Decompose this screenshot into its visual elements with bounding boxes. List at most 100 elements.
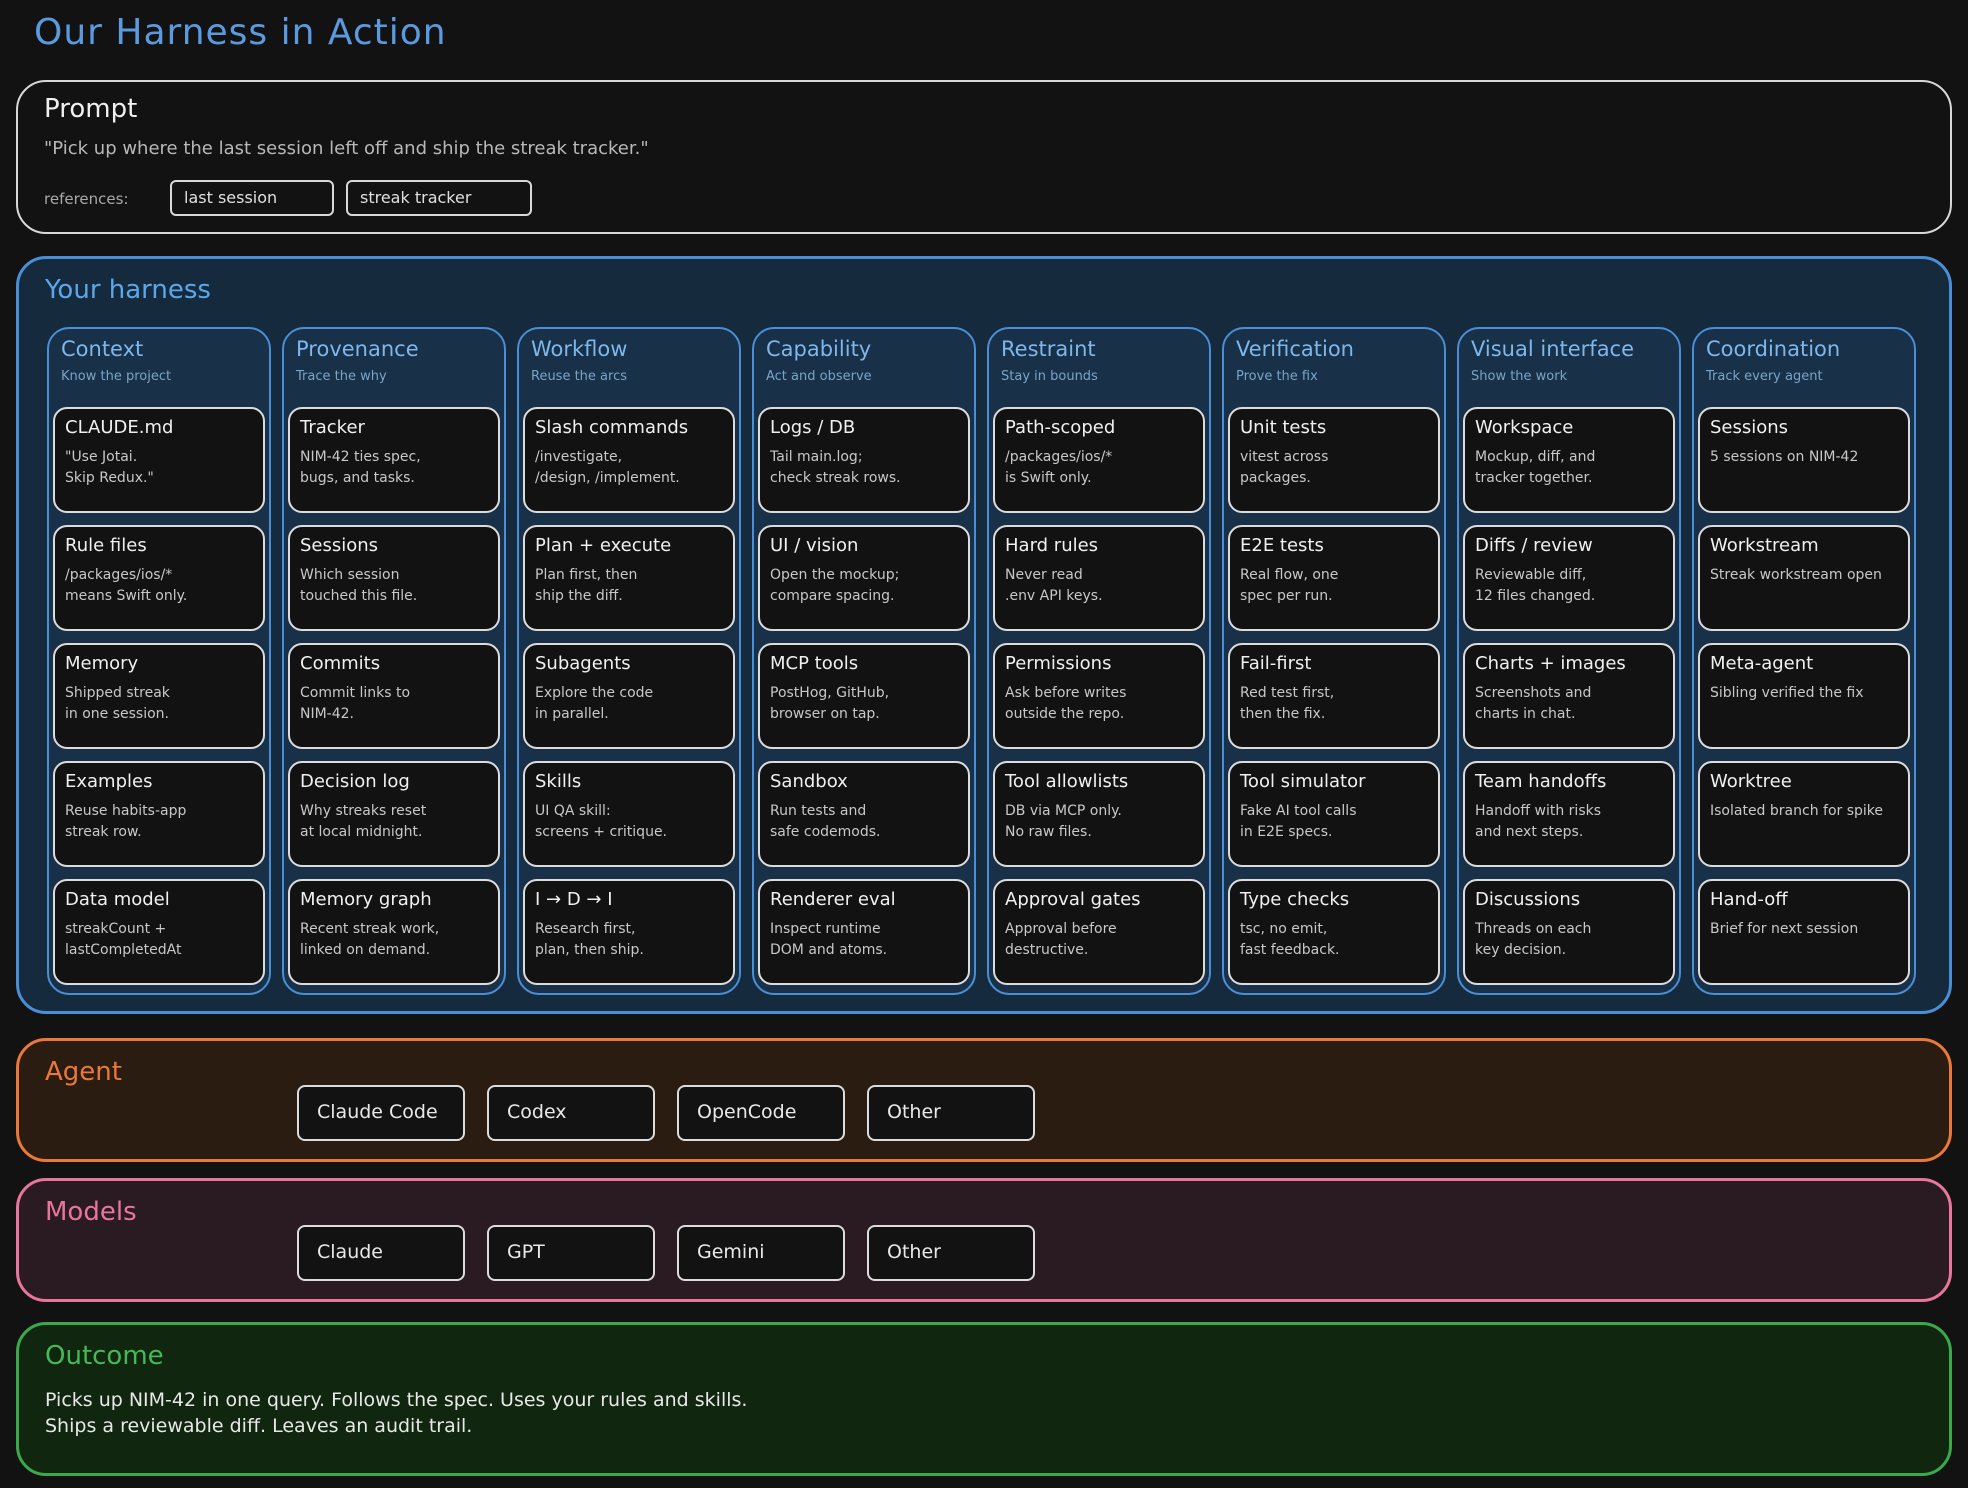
- card-description: /packages/ios/* means Swift only.: [65, 567, 188, 604]
- card-title: Commits: [300, 653, 381, 674]
- card-title: Diffs / review: [1475, 535, 1593, 556]
- column-subtitle: Stay in bounds: [1001, 369, 1098, 384]
- models-title: Models: [45, 1197, 137, 1227]
- card-coordination-worktree[interactable]: Worktree Isolated branch for spike: [1698, 761, 1910, 867]
- card-visual-interface-team-handoffs[interactable]: Team handoffs Handoff with risks and next…: [1463, 761, 1675, 867]
- card-coordination-workstream[interactable]: Workstream Streak workstream open: [1698, 525, 1910, 631]
- card-visual-interface-workspace[interactable]: Workspace Mockup, diff, and tracker toget…: [1463, 407, 1675, 513]
- card-workflow-i-d-i[interactable]: I → D → I Research first, plan, then ship…: [523, 879, 735, 985]
- card-description: Reuse habits-app streak row.: [65, 803, 187, 840]
- column-visual-interface: Visual interface Show the work Workspace Mo…: [1457, 327, 1681, 995]
- card-title: Tool simulator: [1240, 771, 1366, 792]
- card-description: Never read .env API keys.: [1005, 567, 1103, 604]
- card-restraint-permissions[interactable]: Permissions Ask before writes outside the…: [993, 643, 1205, 749]
- model-option-gemini[interactable]: Gemini: [677, 1225, 845, 1281]
- card-verification-type-checks[interactable]: Type checks tsc, no emit, fast feedback.: [1228, 879, 1440, 985]
- model-option-other[interactable]: Other: [867, 1225, 1035, 1281]
- card-description: Screenshots and charts in chat.: [1475, 685, 1592, 722]
- card-workflow-subagents[interactable]: Subagents Explore the code in parallel.: [523, 643, 735, 749]
- card-capability-mcp-tools[interactable]: MCP tools PostHog, GitHub, browser on tap…: [758, 643, 970, 749]
- card-coordination-hand-off[interactable]: Hand-off Brief for next session: [1698, 879, 1910, 985]
- card-restraint-tool-allowlists[interactable]: Tool allowlists DB via MCP only. No raw f…: [993, 761, 1205, 867]
- card-context-memory[interactable]: Memory Shipped streak in one session.: [53, 643, 265, 749]
- agent-option-claude-code[interactable]: Claude Code: [297, 1085, 465, 1141]
- model-option-gpt[interactable]: GPT: [487, 1225, 655, 1281]
- model-option-claude[interactable]: Claude: [297, 1225, 465, 1281]
- card-verification-fail-first[interactable]: Fail-first Red test first, then the fix.: [1228, 643, 1440, 749]
- card-title: Meta-agent: [1710, 653, 1814, 674]
- card-description: Ask before writes outside the repo.: [1005, 685, 1127, 722]
- card-restraint-approval-gates[interactable]: Approval gates Approval before destructiv…: [993, 879, 1205, 985]
- column-subtitle: Prove the fix: [1236, 369, 1318, 384]
- card-description: PostHog, GitHub, browser on tap.: [770, 685, 890, 722]
- card-provenance-commits[interactable]: Commits Commit links to NIM-42.: [288, 643, 500, 749]
- harness-panel: Your harness Context Know the project CLAU…: [16, 256, 1952, 1014]
- card-description: Recent streak work, linked on demand.: [300, 921, 440, 958]
- card-title: Type checks: [1240, 889, 1350, 910]
- column-subtitle: Show the work: [1471, 369, 1568, 384]
- card-title: Discussions: [1475, 889, 1581, 910]
- card-title: Approval gates: [1005, 889, 1141, 910]
- card-workflow-skills[interactable]: Skills UI QA skill: screens + critique.: [523, 761, 735, 867]
- card-provenance-memory-graph[interactable]: Memory graph Recent streak work, linked o…: [288, 879, 500, 985]
- card-description: Plan first, then ship the diff.: [535, 567, 638, 604]
- agent-panel: Agent Claude Code Codex OpenCode Other: [16, 1038, 1952, 1162]
- agent-option-other[interactable]: Other: [867, 1085, 1035, 1141]
- card-description: Fake AI tool calls in E2E specs.: [1240, 803, 1357, 840]
- column-coordination: Coordination Track every agent Sessions 5 s…: [1692, 327, 1916, 995]
- card-restraint-hard-rules[interactable]: Hard rules Never read .env API keys.: [993, 525, 1205, 631]
- card-description: Red test first, then the fix.: [1240, 685, 1335, 722]
- card-capability-sandbox[interactable]: Sandbox Run tests and safe codemods.: [758, 761, 970, 867]
- card-description: Mockup, diff, and tracker together.: [1475, 449, 1596, 486]
- card-coordination-meta-agent[interactable]: Meta-agent Sibling verified the fix: [1698, 643, 1910, 749]
- card-title: Charts + images: [1475, 653, 1626, 674]
- card-capability-ui-vision[interactable]: UI / vision Open the mockup; compare spac…: [758, 525, 970, 631]
- page-title: Our Harness in Action: [34, 12, 447, 53]
- column-verification: Verification Prove the fix Unit tests vites…: [1222, 327, 1446, 995]
- card-verification-unit-tests[interactable]: Unit tests vitest across packages.: [1228, 407, 1440, 513]
- card-provenance-decision-log[interactable]: Decision log Why streaks reset at local m…: [288, 761, 500, 867]
- card-title: Slash commands: [535, 417, 689, 438]
- column-subtitle: Trace the why: [296, 369, 387, 384]
- card-description: UI QA skill: screens + critique.: [535, 803, 668, 840]
- reference-chip-last-session[interactable]: last session: [170, 180, 334, 216]
- card-description: Sibling verified the fix: [1710, 685, 1864, 701]
- card-description: Which session touched this file.: [300, 567, 418, 604]
- card-provenance-sessions[interactable]: Sessions Which session touched this file.: [288, 525, 500, 631]
- card-title: Tracker: [300, 417, 365, 438]
- card-description: Brief for next session: [1710, 921, 1859, 937]
- card-verification-tool-simulator[interactable]: Tool simulator Fake AI tool calls in E2E …: [1228, 761, 1440, 867]
- card-context-rule-files[interactable]: Rule files/packages/ios/* means Swift on…: [53, 525, 265, 631]
- card-capability-renderer-eval[interactable]: Renderer eval Inspect runtime DOM and ato…: [758, 879, 970, 985]
- card-coordination-sessions[interactable]: Sessions 5 sessions on NIM-42: [1698, 407, 1910, 513]
- card-capability-logs-db[interactable]: Logs / DB Tail main.log; check streak row…: [758, 407, 970, 513]
- card-title: Team handoffs: [1475, 771, 1607, 792]
- column-context: Context Know the project CLAUDE.md "Use Jot…: [47, 327, 271, 995]
- card-visual-interface-charts-images[interactable]: Charts + images Screenshots and charts in…: [1463, 643, 1675, 749]
- column-title: Workflow: [531, 337, 628, 361]
- agent-option-codex[interactable]: Codex: [487, 1085, 655, 1141]
- column-title: Context: [61, 337, 144, 361]
- card-restraint-path-scoped[interactable]: Path-scoped/packages/ios/* is Swift only…: [993, 407, 1205, 513]
- card-title: Plan + execute: [535, 535, 672, 556]
- card-description: Reviewable diff, 12 files changed.: [1475, 567, 1596, 604]
- card-workflow-plan-execute[interactable]: Plan + execute Plan first, then ship the …: [523, 525, 735, 631]
- harness-title: Your harness: [45, 275, 211, 305]
- outcome-title: Outcome: [45, 1341, 164, 1371]
- agent-option-opencode[interactable]: OpenCode: [677, 1085, 845, 1141]
- card-workflow-slash-commands[interactable]: Slash commands/investigate, /design, /im…: [523, 407, 735, 513]
- card-visual-interface-diffs-review[interactable]: Diffs / review Reviewable diff, 12 files …: [1463, 525, 1675, 631]
- card-title: I → D → I: [535, 889, 613, 910]
- card-provenance-tracker[interactable]: Tracker NIM-42 ties spec, bugs, and tasks…: [288, 407, 500, 513]
- card-title: Decision log: [300, 771, 410, 792]
- card-verification-e2e-tests[interactable]: E2E tests Real flow, one spec per run.: [1228, 525, 1440, 631]
- card-context-data-model[interactable]: Data model streakCount + lastCompletedAt: [53, 879, 265, 985]
- reference-chip-streak-tracker[interactable]: streak tracker: [346, 180, 532, 216]
- card-context-claude-md[interactable]: CLAUDE.md "Use Jotai. Skip Redux.": [53, 407, 265, 513]
- card-visual-interface-discussions[interactable]: Discussions Threads on each key decision.: [1463, 879, 1675, 985]
- card-description: DB via MCP only. No raw files.: [1005, 803, 1122, 840]
- card-context-examples[interactable]: Examples Reuse habits-app streak row.: [53, 761, 265, 867]
- card-description: streakCount + lastCompletedAt: [65, 921, 182, 958]
- card-title: Memory: [65, 653, 139, 674]
- outcome-text: Picks up NIM-42 in one query. Follows th…: [45, 1389, 748, 1437]
